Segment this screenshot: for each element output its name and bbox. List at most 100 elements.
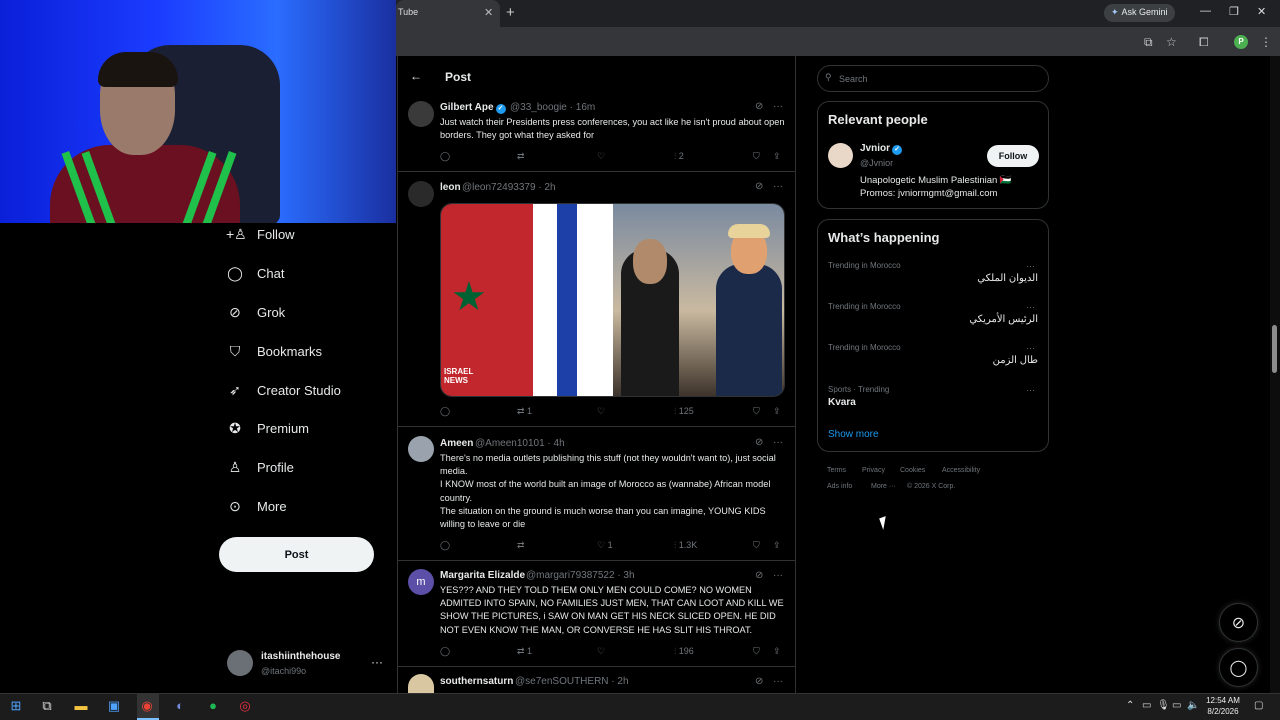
account-name[interactable]: itashiinthehouse — [261, 651, 340, 662]
footer-link-accessibility[interactable]: Accessibility — [942, 467, 980, 474]
trend-more-icon[interactable]: ··· — [1026, 261, 1035, 271]
tweet-avatar[interactable] — [408, 101, 434, 127]
close-window-icon[interactable]: ✕ — [1257, 5, 1266, 18]
footer-link-privacy[interactable]: Privacy — [862, 467, 885, 474]
scrollbar-thumb[interactable] — [1272, 325, 1277, 373]
trend-more-icon[interactable]: ··· — [1026, 385, 1035, 395]
bookmark-star-icon[interactable]: ☆ — [1166, 35, 1177, 49]
tweet-author-name[interactable]: southernsaturn — [440, 676, 513, 687]
footer-link-terms[interactable]: Terms — [827, 467, 846, 474]
reply-icon[interactable]: ◯ — [440, 540, 450, 551]
tweet-author-name[interactable]: leon — [440, 182, 461, 193]
relevant-person-avatar[interactable] — [828, 143, 853, 168]
tweet-more-icon[interactable]: ··· — [773, 676, 783, 687]
like-icon[interactable]: ♡ — [597, 151, 605, 162]
file-explorer-icon[interactable]: ▬ — [73, 698, 89, 714]
extensions-icon[interactable]: ⧠ — [1199, 35, 1209, 50]
minimize-icon[interactable]: — — [1200, 5, 1211, 17]
tweet-avatar[interactable]: m — [408, 569, 434, 595]
trend-topic[interactable]: طال الزمن — [993, 355, 1038, 366]
retweet-icon[interactable]: ⇄ — [517, 540, 525, 551]
trend-topic[interactable]: الرئيس الأمريكي — [969, 314, 1038, 325]
account-more-icon[interactable]: ··· — [371, 655, 383, 669]
bookmark-icon[interactable]: ⛉ — [753, 406, 760, 417]
post-button[interactable]: Post — [219, 537, 374, 572]
ask-gemini-button[interactable]: ✦ Ask Gemini — [1104, 4, 1175, 22]
start-icon[interactable]: ⊞ — [8, 698, 24, 714]
account-avatar[interactable] — [227, 650, 253, 676]
discord-icon[interactable]: ◐ — [172, 698, 188, 714]
restore-icon[interactable]: ❐ — [1229, 5, 1239, 18]
footer-link-more[interactable]: More ··· — [871, 483, 896, 490]
show-more-link[interactable]: Show more — [828, 429, 879, 440]
tweet-more-icon[interactable]: ··· — [773, 437, 783, 448]
grok-explain-icon[interactable]: ⊘ — [755, 570, 763, 581]
search-input[interactable]: Search — [817, 65, 1049, 92]
footer-link-ads-info[interactable]: Ads info — [827, 483, 852, 490]
footer-link-cookies[interactable]: Cookies — [900, 467, 925, 474]
reply-icon[interactable]: ◯ — [440, 406, 450, 417]
tweet-more-icon[interactable]: ··· — [773, 101, 783, 112]
trend-topic[interactable]: Kvara — [828, 397, 856, 408]
task-view-icon[interactable]: ⧉ — [39, 698, 55, 714]
taskbar-clock[interactable]: 12:54 AM 8/2/2026 — [1201, 695, 1245, 717]
tray-app-icon[interactable]: ▭ — [1142, 700, 1151, 711]
nav-item-creator-studio[interactable]: ➶ Creator Studio — [226, 378, 341, 402]
share-icon[interactable]: ⇪ — [773, 540, 781, 551]
network-icon[interactable]: ▭ — [1172, 700, 1181, 711]
volume-icon[interactable]: 🔈 — [1187, 700, 1199, 711]
like-count[interactable]: ♡ 1 — [597, 540, 613, 551]
page-scrollbar[interactable] — [1270, 56, 1280, 693]
browser-menu-icon[interactable]: ⋮ — [1260, 35, 1272, 49]
nav-item-grok[interactable]: ⊘ Grok — [226, 300, 285, 324]
like-icon[interactable]: ♡ — [597, 406, 605, 417]
cast-icon[interactable]: ⧉ — [1144, 35, 1153, 50]
store-icon[interactable]: ▣ — [106, 698, 122, 714]
share-icon[interactable]: ⇪ — [773, 151, 781, 162]
new-tab-button[interactable]: + — [506, 4, 515, 21]
tweet-more-icon[interactable]: ··· — [773, 570, 783, 581]
bookmark-icon[interactable]: ⛉ — [753, 646, 760, 657]
retweet-count[interactable]: ⇄ 1 — [517, 646, 532, 657]
trend-more-icon[interactable]: ··· — [1026, 343, 1035, 353]
grok-explain-icon[interactable]: ⊘ — [755, 437, 763, 448]
grok-fab-icon[interactable]: ⊘ — [1219, 603, 1258, 642]
chrome-icon[interactable]: ◉ — [139, 698, 155, 714]
bookmark-icon[interactable]: ⛉ — [753, 151, 760, 162]
share-icon[interactable]: ⇪ — [773, 406, 781, 417]
reply-icon[interactable]: ◯ — [440, 151, 450, 162]
back-arrow-icon[interactable]: ← — [410, 69, 422, 83]
tweet-author-name[interactable]: Gilbert Ape ✓ — [440, 102, 506, 114]
tweet-author-name[interactable]: Margarita Elizalde — [440, 570, 525, 581]
nav-item-premium[interactable]: ✪ Premium — [226, 416, 309, 440]
tweet-image[interactable]: ★ ISRAEL NEWS — [440, 203, 785, 397]
retweet-count[interactable]: ⇄ 1 — [517, 406, 532, 417]
obs-icon[interactable]: ◎ — [237, 698, 253, 714]
tab-close-icon[interactable]: ✕ — [484, 6, 493, 19]
follow-button[interactable]: Follow — [987, 145, 1039, 167]
like-icon[interactable]: ♡ — [597, 646, 605, 657]
share-icon[interactable]: ⇪ — [773, 646, 781, 657]
tweet-avatar[interactable] — [408, 181, 434, 207]
nav-item-chat[interactable]: ◯ Chat — [226, 261, 284, 285]
nav-item-more[interactable]: ⊙ More — [226, 494, 287, 518]
views-count[interactable]: ⫶ 196 — [674, 646, 694, 657]
microphone-icon[interactable]: 🎙 — [1157, 700, 1170, 711]
messages-fab-icon[interactable]: ◯ — [1219, 648, 1258, 687]
views-count[interactable]: ⫶ 2 — [674, 151, 684, 162]
grok-explain-icon[interactable]: ⊘ — [755, 676, 763, 687]
nav-item-follow[interactable]: +♙ Follow — [226, 222, 295, 246]
retweet-icon[interactable]: ⇄ — [517, 151, 525, 162]
tweet-author-name[interactable]: Ameen — [440, 438, 473, 449]
trend-topic[interactable]: الديوان الملكي — [977, 273, 1038, 284]
browser-profile-avatar[interactable]: P — [1234, 35, 1248, 49]
nav-item-bookmarks[interactable]: ⛉ Bookmarks — [226, 339, 322, 363]
grok-explain-icon[interactable]: ⊘ — [755, 181, 763, 192]
tray-chevron-icon[interactable]: ⌃ — [1126, 700, 1134, 711]
tweet-avatar[interactable] — [408, 436, 434, 462]
relevant-person-name[interactable]: Jvnior ✓ — [860, 143, 903, 155]
bookmark-icon[interactable]: ⛉ — [753, 540, 760, 551]
tweet-more-icon[interactable]: ··· — [773, 181, 783, 192]
spotify-icon[interactable]: ● — [205, 698, 221, 714]
grok-explain-icon[interactable]: ⊘ — [755, 101, 763, 112]
